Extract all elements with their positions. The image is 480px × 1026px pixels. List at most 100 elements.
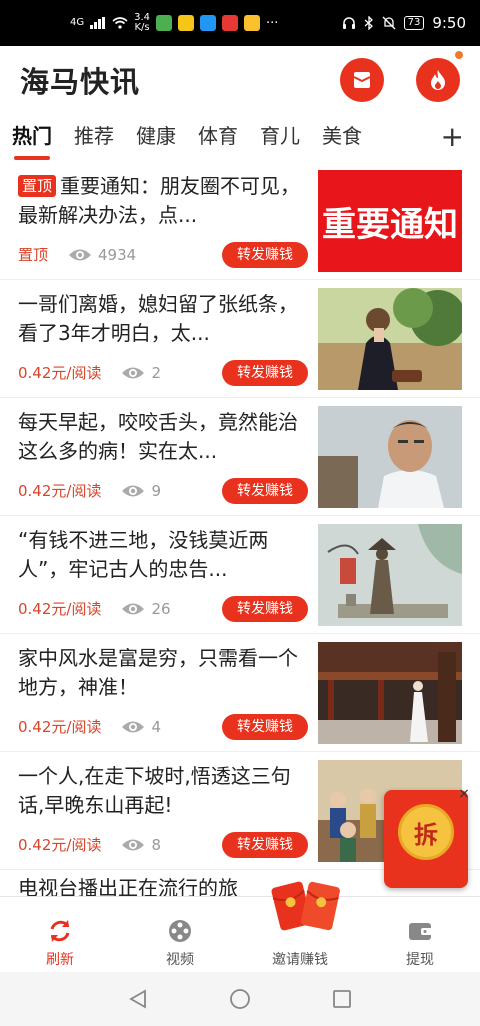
- article-title[interactable]: 一个人,在走下坡时,悟透这三句话,早晚东山再起!: [18, 762, 306, 820]
- share-earn-button[interactable]: 转发赚钱: [222, 478, 308, 504]
- tab-sports[interactable]: 体育: [198, 114, 238, 162]
- eye-icon: [122, 721, 145, 732]
- list-item[interactable]: 每天早起，咬咬舌头，竟然能治这么多的病！实在太... 0.42元/阅读 9 转发…: [0, 398, 480, 516]
- home-icon[interactable]: [229, 988, 251, 1010]
- close-floating-packet-button[interactable]: ×: [456, 786, 472, 802]
- eye-icon: [122, 367, 145, 378]
- article-meta: 置顶 4934: [18, 244, 136, 265]
- article-meta: 0.42元/阅读 9: [18, 480, 161, 501]
- wifi-icon: [112, 17, 128, 29]
- reward-rate: 0.42元/阅读: [18, 482, 102, 500]
- bluetooth-icon: [364, 16, 373, 30]
- tab-parenting[interactable]: 育儿: [260, 114, 300, 162]
- share-earn-button[interactable]: 转发赚钱: [222, 360, 308, 386]
- recents-icon[interactable]: [331, 988, 353, 1010]
- doctor-photo: [318, 406, 462, 508]
- battery-indicator: 73: [403, 16, 425, 30]
- eye-icon: [69, 249, 92, 260]
- pinned-label: 置顶: [18, 246, 49, 264]
- list-item[interactable]: 一哥们离婚，媳妇留了张纸条，看了3年才明白，太... 0.42元/阅读 2 转发…: [0, 280, 480, 398]
- wallet-icon: [409, 923, 432, 940]
- view-count: 4: [151, 717, 161, 736]
- mute-icon: [382, 16, 396, 30]
- reward-rate: 0.42元/阅读: [18, 718, 102, 736]
- nav-refresh[interactable]: 刷新: [0, 897, 120, 972]
- view-count: 4934: [98, 245, 137, 264]
- article-thumbnail[interactable]: [318, 288, 462, 390]
- article-thumbnail[interactable]: 重要通知: [318, 170, 462, 272]
- pinned-badge: 置顶: [18, 175, 57, 197]
- eye-icon: [122, 485, 145, 496]
- article-meta: 0.42元/阅读 4: [18, 716, 161, 737]
- nav-label: 提现: [406, 952, 434, 968]
- notification-dot: [454, 50, 464, 60]
- reward-rate: 0.42元/阅读: [18, 364, 102, 382]
- temple-photo: [318, 642, 462, 744]
- view-count: 8: [151, 835, 161, 854]
- clock: 9:50: [432, 14, 466, 32]
- tab-food[interactable]: 美食: [322, 114, 362, 162]
- article-title[interactable]: 家中风水是富是穷，只需看一个地方，神准！: [18, 644, 306, 702]
- share-earn-button[interactable]: 转发赚钱: [222, 596, 308, 622]
- floating-red-packet[interactable]: 拆: [384, 790, 468, 888]
- refresh-icon: [50, 920, 70, 942]
- tab-health[interactable]: 健康: [136, 114, 176, 162]
- share-earn-button[interactable]: 转发赚钱: [222, 242, 308, 268]
- woman-photo: [318, 288, 462, 390]
- news-feed: 置顶 重要通知：朋友圈不可见，最新解决办法，点... 置顶 4934 转发赚钱 重…: [0, 162, 480, 870]
- article-thumbnail[interactable]: [318, 524, 462, 626]
- app-header: 海马快讯: [0, 46, 480, 114]
- nav-label: 刷新: [46, 952, 74, 968]
- app-title: 海马快讯: [20, 65, 141, 99]
- eye-icon: [122, 603, 145, 614]
- reward-rate: 0.42元/阅读: [18, 836, 102, 854]
- article-title[interactable]: 一哥们离婚，媳妇留了张纸条，看了3年才明白，太...: [18, 290, 306, 348]
- article-title[interactable]: “有钱不进三地，没钱莫近两人”，牢记古人的忠告...: [18, 526, 306, 584]
- notification-app-icon: [244, 15, 261, 31]
- back-icon[interactable]: [127, 988, 149, 1010]
- notification-app-icon: [222, 15, 239, 31]
- notification-app-icon: [178, 15, 195, 31]
- envelope-icon: [353, 72, 371, 88]
- red-envelope-button[interactable]: [340, 58, 384, 102]
- headphones-icon: [342, 17, 355, 29]
- view-count: 9: [151, 481, 161, 500]
- hot-button[interactable]: [416, 58, 460, 102]
- list-item[interactable]: 家中风水是富是穷，只需看一个地方，神准！ 0.42元/阅读 4 转发赚钱: [0, 634, 480, 752]
- article-title[interactable]: 每天早起，咬咬舌头，竟然能治这么多的病！实在太...: [18, 408, 306, 466]
- list-item[interactable]: 置顶 重要通知：朋友圈不可见，最新解决办法，点... 置顶 4934 转发赚钱 重…: [0, 162, 480, 280]
- add-tab-button[interactable]: +: [441, 122, 464, 152]
- notification-app-icon: [156, 15, 173, 31]
- tab-recommend[interactable]: 推荐: [74, 114, 114, 162]
- view-count: 26: [151, 599, 171, 618]
- article-thumbnail[interactable]: [318, 406, 462, 508]
- net-speed: 3.4 K/s: [134, 12, 151, 33]
- category-tabs: 热门 推荐 健康 体育 育儿 美食 +: [0, 114, 480, 162]
- reward-rate: 0.42元/阅读: [18, 600, 102, 618]
- signal-icon: [90, 17, 106, 29]
- status-bar: 4G 3.4 K/s ··· 73 9:50: [0, 0, 480, 46]
- article-thumbnail[interactable]: [318, 642, 462, 744]
- article-meta: 0.42元/阅读 26: [18, 598, 171, 619]
- painting-illustration: [318, 524, 462, 626]
- view-count: 2: [151, 363, 161, 382]
- thumbnail-text: 重要通知: [322, 204, 458, 245]
- tab-hot[interactable]: 热门: [12, 114, 52, 162]
- eye-icon: [122, 839, 145, 850]
- more-notifications: ···: [266, 15, 279, 31]
- nav-label: 视频: [166, 952, 194, 968]
- article-meta: 0.42元/阅读 2: [18, 362, 161, 383]
- network-indicator: 4G: [70, 17, 85, 28]
- system-navigation-bar: [0, 972, 480, 1026]
- fire-icon: [431, 70, 445, 90]
- nav-video[interactable]: 视频: [120, 897, 240, 972]
- share-earn-button[interactable]: 转发赚钱: [222, 832, 308, 858]
- red-packet-icon[interactable]: [268, 876, 344, 936]
- article-title[interactable]: 置顶 重要通知：朋友圈不可见，最新解决办法，点...: [18, 172, 306, 230]
- bottom-navigation: 刷新 视频 邀请赚钱 提现: [0, 896, 480, 972]
- list-item[interactable]: “有钱不进三地，没钱莫近两人”，牢记古人的忠告... 0.42元/阅读 26 转…: [0, 516, 480, 634]
- open-packet-coin[interactable]: 拆: [398, 804, 454, 860]
- article-meta: 0.42元/阅读 8: [18, 834, 161, 855]
- share-earn-button[interactable]: 转发赚钱: [222, 714, 308, 740]
- nav-withdraw[interactable]: 提现: [360, 897, 480, 972]
